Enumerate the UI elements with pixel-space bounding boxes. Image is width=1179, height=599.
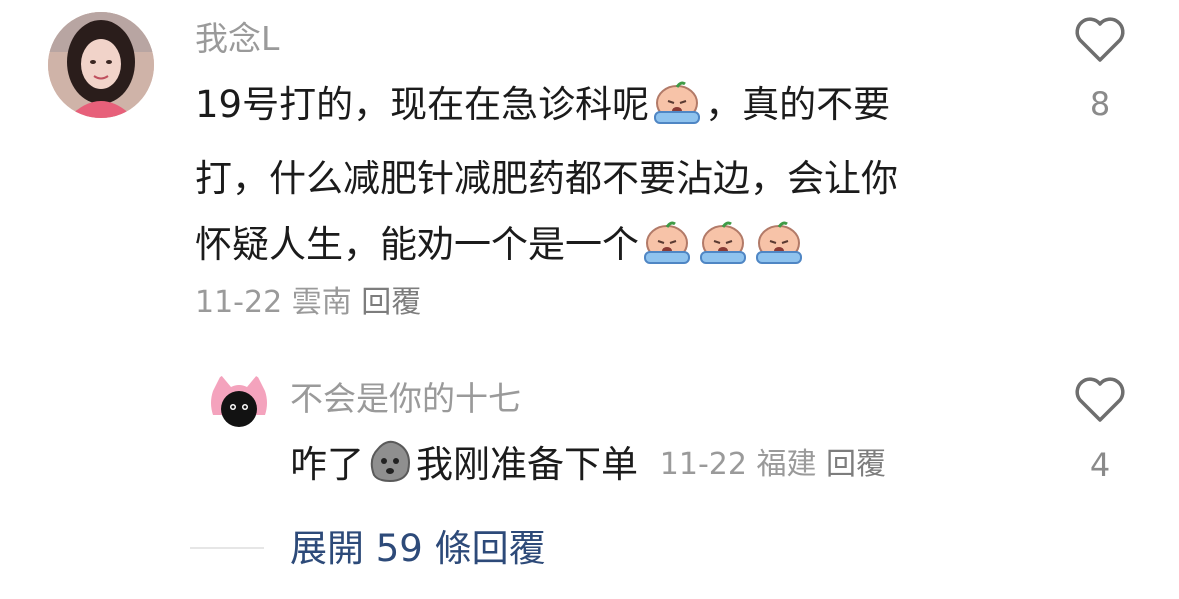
comment-line-1-start: 19号打的，现在在急诊科呢 (195, 83, 650, 126)
reply-text-end: 我刚准备下单 (416, 443, 638, 486)
like-count: 8 (1089, 85, 1111, 123)
crying-emoji (695, 219, 751, 286)
reply-text: 咋了 我刚准备下单 11-22 福建 回覆 (290, 432, 886, 506)
comment-line-1-end: ，真的不要 (705, 83, 891, 126)
heart-icon (1075, 17, 1125, 62)
comment-line-3-text: 怀疑人生，能劝一个是一个 (195, 223, 639, 266)
comment-line-1: 19号打的，现在在急诊科呢 ，真的不要 (195, 72, 898, 146)
expand-replies-link[interactable]: 展開 59 條回覆 (290, 530, 546, 567)
avatar-cat (207, 371, 271, 435)
reply-button[interactable]: 回覆 (826, 447, 886, 482)
comment-location: 雲南 (291, 285, 352, 320)
comment-line-2: 打，什么减肥针减肥药都不要沾边，会让你 (195, 157, 898, 200)
stone-face-emoji (364, 435, 416, 506)
reply-meta: 11-22 福建 回覆 (660, 450, 886, 480)
comment-date: 11-22 (195, 285, 283, 320)
reply-text-start: 咋了 (290, 443, 364, 486)
comment-username[interactable]: 我念L (195, 22, 279, 55)
reply-username[interactable]: 不会是你的十七 (290, 382, 521, 415)
like-button[interactable] (1074, 16, 1126, 68)
avatar-photo (48, 12, 154, 118)
crying-emoji (639, 219, 695, 286)
avatar[interactable] (48, 12, 154, 118)
comment-line-3: 怀疑人生，能劝一个是一个 (195, 212, 898, 286)
like-count: 4 (1089, 446, 1111, 484)
reply-date: 11-22 (659, 447, 747, 482)
reply-location: 福建 (756, 447, 817, 482)
heart-icon (1075, 377, 1125, 422)
divider (190, 547, 264, 549)
avatar[interactable] (207, 371, 271, 435)
comment-text: 19号打的，现在在急诊科呢 ，真的不要 打，什么减肥针减肥药都不要沾边，会让你 怀… (195, 72, 898, 286)
reply-button[interactable]: 回覆 (361, 285, 421, 320)
crying-emoji (751, 219, 807, 286)
crying-emoji (649, 79, 705, 146)
like-button[interactable] (1074, 376, 1126, 428)
comment-meta: 11-22 雲南 回覆 (195, 288, 421, 318)
